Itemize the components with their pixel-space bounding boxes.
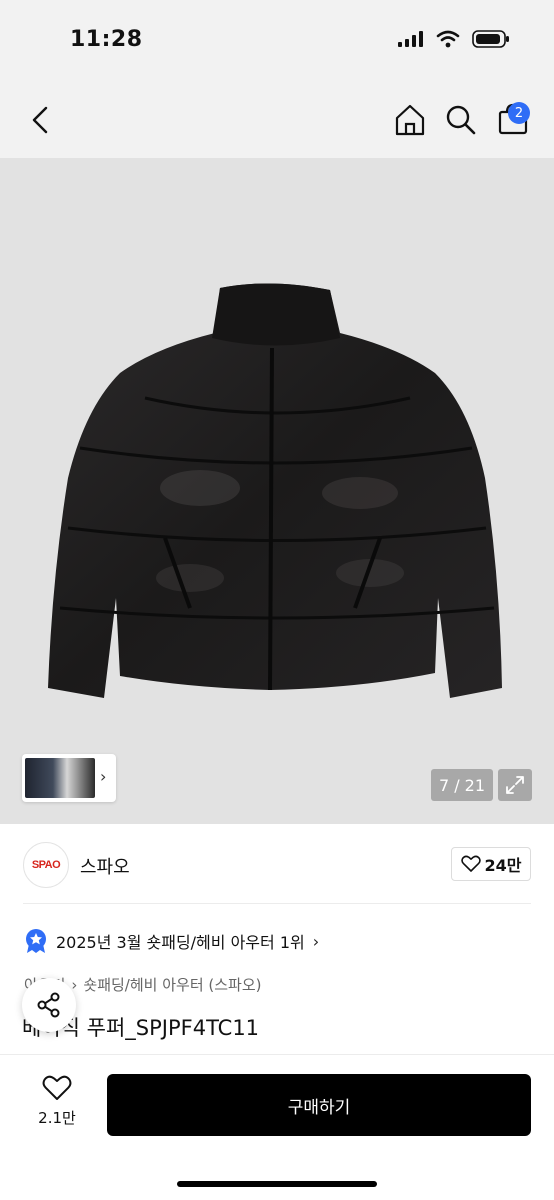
brand-like-button[interactable]: 24만	[451, 847, 531, 881]
home-indicator	[177, 1181, 377, 1187]
battery-icon	[472, 30, 509, 48]
back-icon[interactable]	[22, 100, 58, 140]
status-icons	[398, 30, 510, 48]
brand-logo[interactable]: SPAO	[23, 842, 69, 888]
home-icon[interactable]	[392, 102, 428, 138]
brand-row[interactable]: SPAO 스파오 24만	[0, 826, 554, 904]
ranking-text: 2025년 3월 숏패딩/헤비 아우터 1위	[56, 933, 305, 952]
share-button[interactable]	[22, 978, 76, 1032]
brand-like-count: 24만	[484, 856, 522, 875]
bottom-action-bar: 2.1만 구매하기	[0, 1054, 554, 1200]
product-jacket-image	[48, 283, 502, 698]
expand-button[interactable]	[498, 769, 532, 801]
thumbnail-image	[25, 758, 95, 798]
search-icon[interactable]	[444, 103, 478, 137]
image-page-counter: 7 / 21	[431, 769, 493, 801]
divider	[23, 903, 531, 904]
top-header: 11:28 2	[0, 0, 554, 158]
brand-logo-text: SPAO	[31, 859, 61, 871]
heart-outline-icon	[460, 855, 481, 872]
wishlist-button[interactable]: 2.1만	[26, 1075, 88, 1135]
chevron-right-icon: ›	[100, 767, 107, 786]
heart-outline-icon	[42, 1075, 72, 1100]
wifi-icon	[436, 30, 460, 48]
ranking-link[interactable]: 2025년 3월 숏패딩/헤비 아우터 1위 ›	[24, 928, 319, 954]
status-time: 11:28	[70, 27, 143, 52]
breadcrumb-category[interactable]: 숏패딩/헤비 아우터 (스파오)	[83, 974, 261, 995]
expand-icon	[506, 776, 524, 794]
buy-button[interactable]: 구매하기	[107, 1074, 531, 1136]
thumbnail-strip[interactable]: ›	[22, 754, 116, 802]
product-image-gallery[interactable]: › 7 / 21	[0, 158, 554, 824]
wishlist-count: 2.1만	[38, 1109, 76, 1127]
share-icon	[37, 992, 60, 1018]
signal-icon	[398, 31, 423, 47]
ranking-badge-icon	[26, 929, 46, 953]
brand-name[interactable]: 스파오	[80, 853, 130, 879]
cart-count-badge: 2	[508, 102, 530, 124]
top-nav	[0, 90, 554, 150]
chevron-right-icon: ›	[312, 931, 320, 951]
